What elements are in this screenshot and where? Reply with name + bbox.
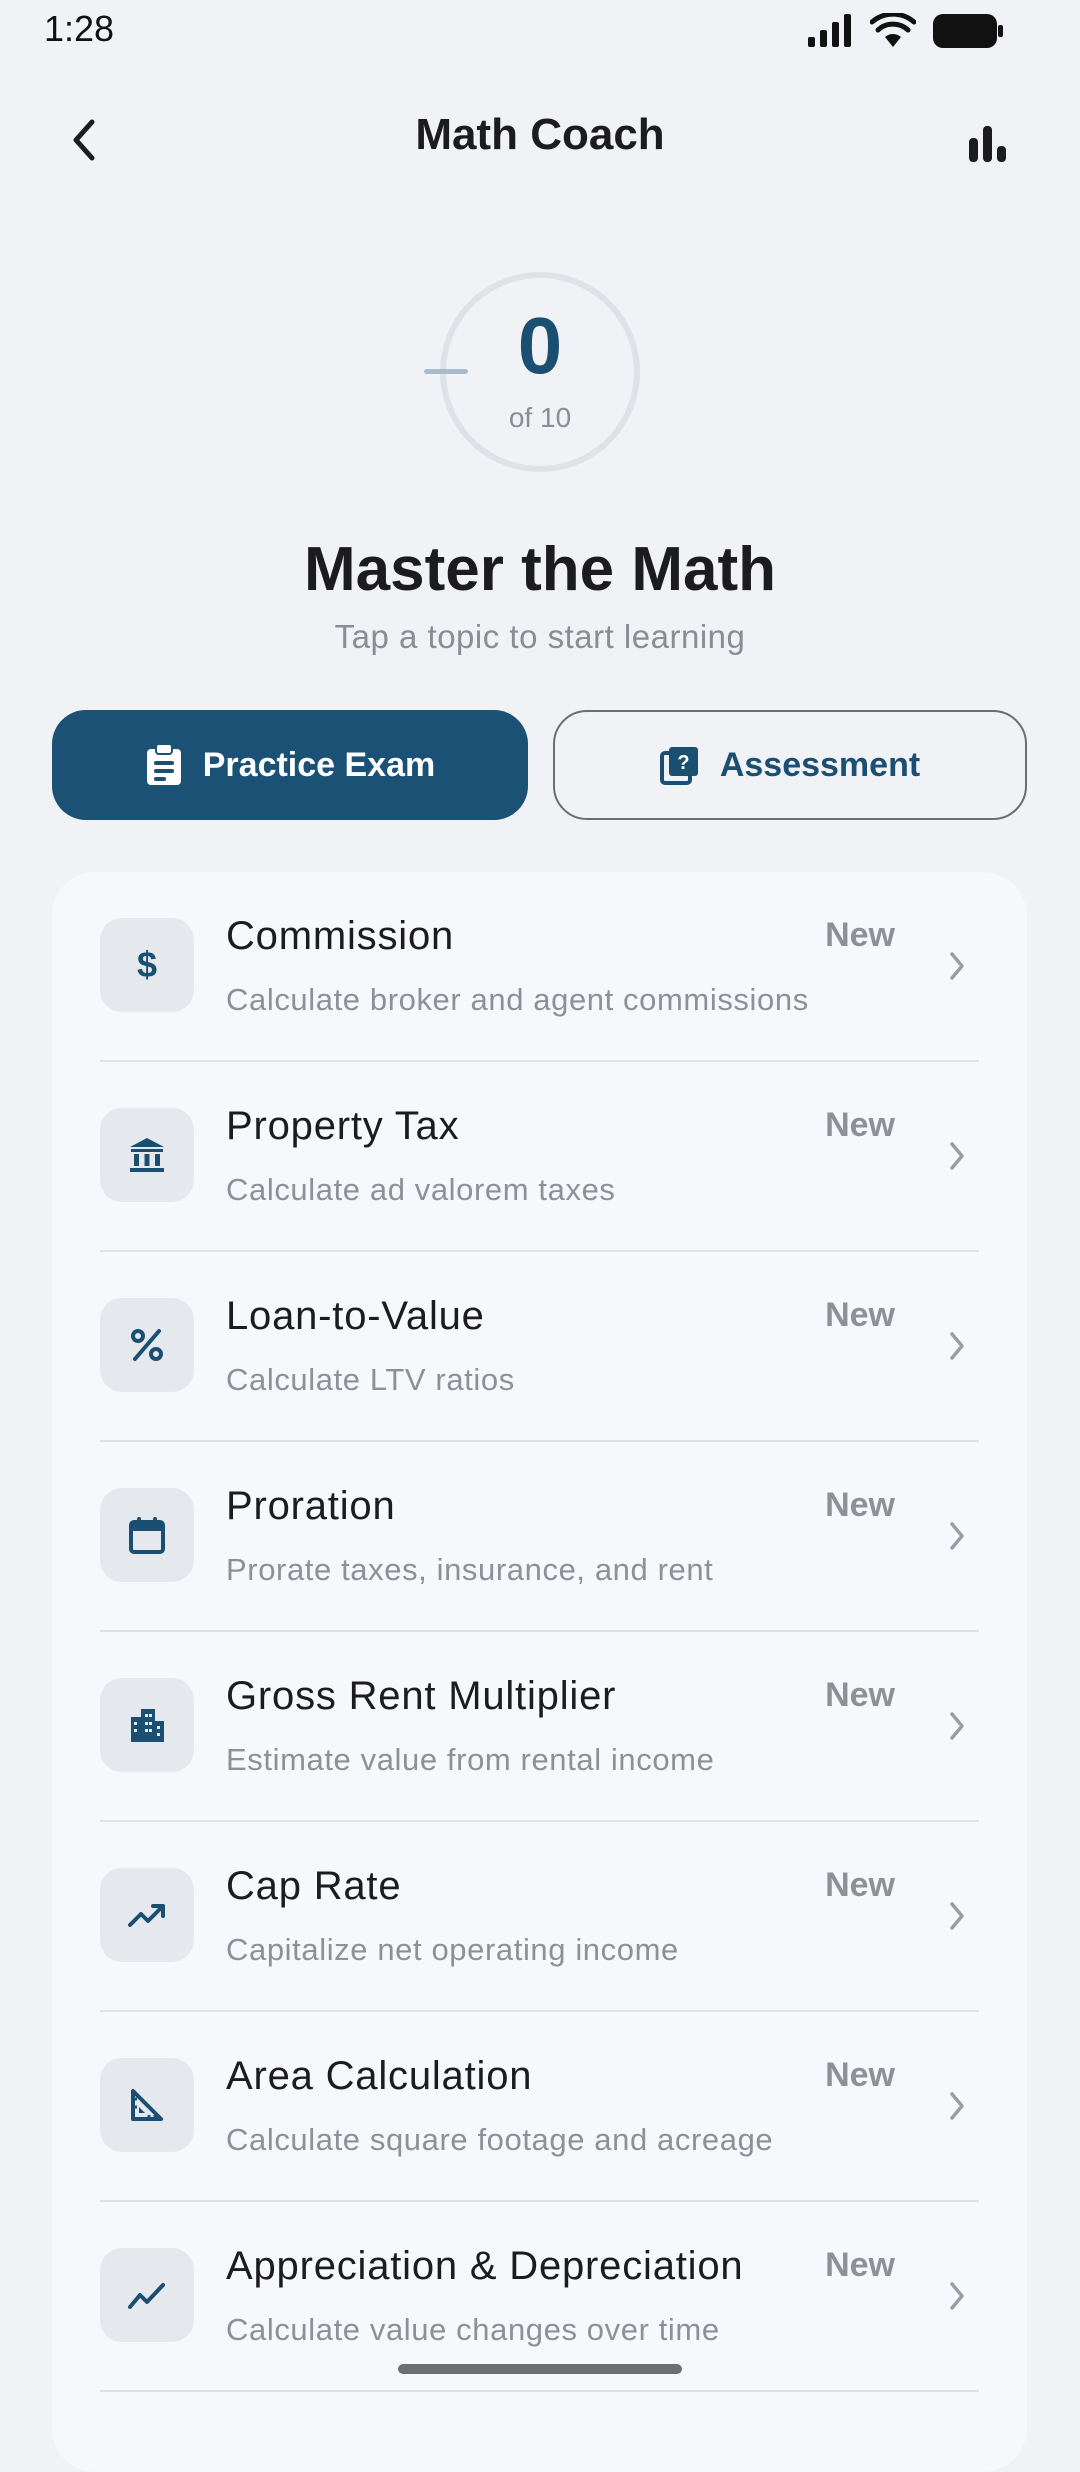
topic-title: Property Tax: [226, 1104, 460, 1148]
topic-title: Appreciation & Depreciation: [226, 2244, 744, 2288]
topic-title: Proration: [226, 1484, 396, 1528]
new-badge: New: [825, 2056, 895, 2094]
topic-description: Calculate ad valorem taxes: [226, 1172, 616, 1207]
topic-title: Area Calculation: [226, 2054, 533, 2098]
new-badge: New: [825, 1106, 895, 1144]
topic-title: Commission: [226, 914, 455, 958]
stats-button[interactable]: [956, 112, 1020, 176]
chevron-right-icon: [939, 2278, 975, 2314]
topic-description: Capitalize net operating income: [226, 1932, 679, 1967]
bar-chart-icon: [969, 126, 1006, 162]
topic-row-property-tax[interactable]: Property Tax Calculate ad valorem taxes …: [52, 1062, 1027, 1252]
trending-up-icon: [100, 1868, 194, 1962]
row-divider: [100, 2390, 979, 2392]
dollar-icon: $: [100, 918, 194, 1012]
topic-row-proration[interactable]: Proration Prorate taxes, insurance, and …: [52, 1442, 1027, 1632]
chevron-right-icon: [939, 1708, 975, 1744]
progress-total: of 10: [508, 402, 572, 433]
topic-list-card: $ Commission Calculate broker and agent …: [52, 872, 1027, 2472]
calendar-icon: [100, 1488, 194, 1582]
battery-icon: [933, 14, 1003, 48]
clipboard-icon: [146, 743, 181, 785]
practice-exam-label: Practice Exam: [202, 745, 436, 784]
chevron-right-icon: [939, 2088, 975, 2124]
topic-description: Prorate taxes, insurance, and rent: [226, 1552, 714, 1587]
assessment-label: Assessment: [719, 745, 921, 784]
progress-indicator: 0 of 10: [424, 272, 640, 472]
new-badge: New: [825, 2246, 895, 2284]
topic-description: Calculate value changes over time: [226, 2312, 720, 2347]
status-time: 1:28: [44, 8, 115, 49]
assessment-button[interactable]: ? Assessment: [553, 710, 1027, 820]
hero-title: Master the Math: [304, 535, 776, 604]
percent-icon: [100, 1298, 194, 1392]
signal-icon: [808, 14, 851, 47]
chevron-right-icon: [939, 1138, 975, 1174]
new-badge: New: [825, 1486, 895, 1524]
status-bar: 1:28: [0, 0, 1080, 60]
chevron-right-icon: [939, 1518, 975, 1554]
topic-title: Gross Rent Multiplier: [226, 1674, 617, 1718]
topic-title: Cap Rate: [226, 1864, 402, 1908]
wifi-icon: [870, 13, 916, 47]
chevron-right-icon: [939, 1898, 975, 1934]
home-indicator[interactable]: [398, 2364, 682, 2374]
topic-row-area-calculation[interactable]: Area Calculation Calculate square footag…: [52, 2012, 1027, 2202]
bank-icon: [100, 1108, 194, 1202]
chevron-right-icon: [939, 948, 975, 984]
svg-text:?: ?: [677, 752, 689, 774]
trend-line-icon: [100, 2248, 194, 2342]
svg-text:$: $: [137, 945, 157, 985]
apartment-icon: [100, 1678, 194, 1772]
new-badge: New: [825, 1866, 895, 1904]
square-foot-icon: [100, 2058, 194, 2152]
topic-row-commission[interactable]: $ Commission Calculate broker and agent …: [52, 872, 1027, 1062]
practice-exam-button[interactable]: Practice Exam: [52, 710, 528, 820]
new-badge: New: [825, 916, 895, 954]
topic-description: Estimate value from rental income: [226, 1742, 715, 1777]
new-badge: New: [825, 1296, 895, 1334]
new-badge: New: [825, 1676, 895, 1714]
chevron-right-icon: [939, 1328, 975, 1364]
quiz-icon: ?: [659, 747, 698, 785]
status-icons: [806, 12, 1004, 50]
topic-row-cap-rate[interactable]: Cap Rate Capitalize net operating income…: [52, 1822, 1027, 2012]
nav-bar: Math Coach: [0, 100, 1080, 180]
topic-description: Calculate LTV ratios: [226, 1362, 515, 1397]
topic-row-loan-to-value[interactable]: Loan-to-Value Calculate LTV ratios New: [52, 1252, 1027, 1442]
topic-description: Calculate broker and agent commissions: [226, 982, 809, 1017]
topic-row-gross-rent-multiplier[interactable]: Gross Rent Multiplier Estimate value fro…: [52, 1632, 1027, 1822]
hero-subtitle: Tap a topic to start learning: [334, 618, 746, 655]
topic-title: Loan-to-Value: [226, 1294, 485, 1338]
progress-value: 0: [517, 301, 563, 390]
page-title: Math Coach: [415, 110, 665, 159]
topic-description: Calculate square footage and acreage: [226, 2122, 774, 2157]
